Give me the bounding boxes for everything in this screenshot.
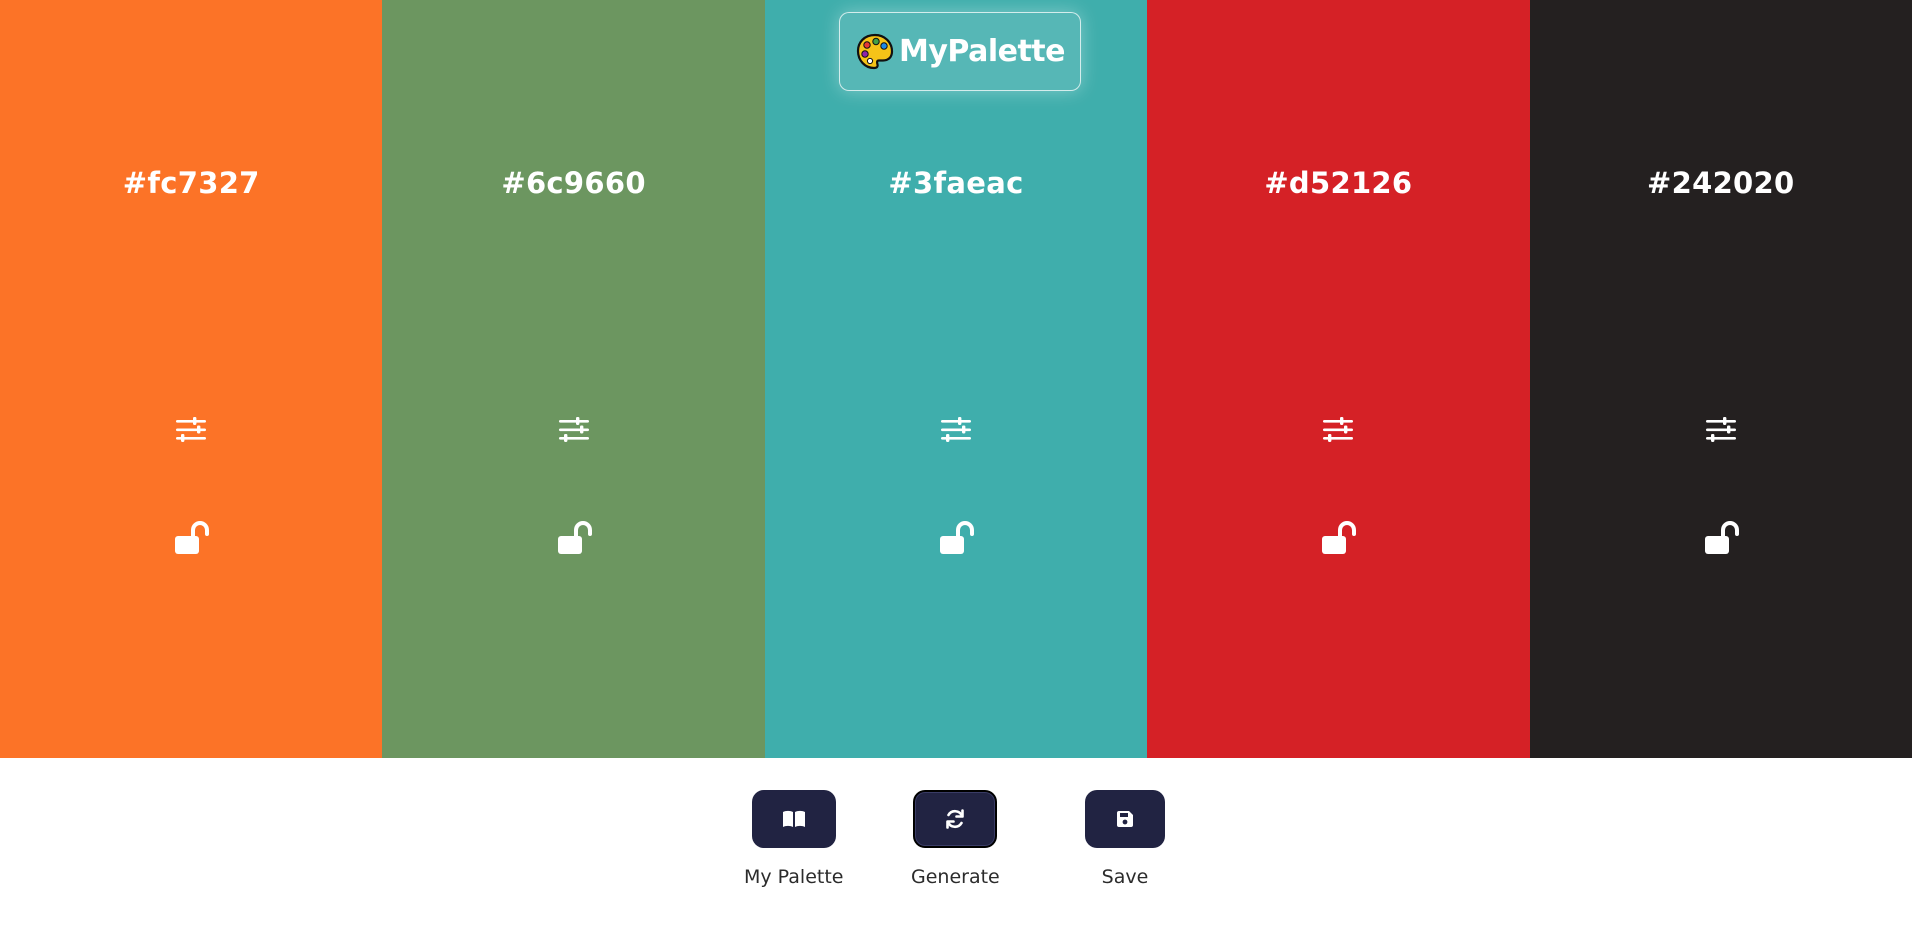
adjust-button[interactable] [936,412,976,448]
refresh-icon [946,809,965,829]
color-swatch-3: #3faeac [764,0,1148,758]
generate-label: Generate [911,866,1000,888]
lock-button[interactable] [934,516,978,560]
save-label: Save [1101,866,1149,888]
generate-tool: Generate [911,790,1000,888]
adjust-button[interactable] [171,412,211,448]
my-palette-tool: My Palette [744,790,843,888]
sliders-icon [558,417,589,442]
palette: #fc7327 #6c9660 #3faeac #d52126 #242020 [0,0,1912,758]
palette-icon [856,33,894,69]
my-palette-label: My Palette [744,866,844,888]
hex-code[interactable]: #242020 [1530,166,1912,200]
color-swatch-1: #fc7327 [0,0,383,758]
save-button[interactable] [1085,790,1165,848]
color-swatch-4: #d52126 [1147,0,1530,758]
lock-button[interactable] [552,516,596,560]
sliders-icon [1323,417,1354,442]
hex-code[interactable]: #6c9660 [382,166,764,200]
sliders-icon [176,417,207,442]
adjust-button[interactable] [554,412,594,448]
hex-code[interactable]: #3faeac [765,166,1147,200]
floppy-disk-icon [1117,811,1133,827]
lock-button[interactable] [1699,516,1743,560]
app-logo: MyPalette [839,12,1081,91]
unlocked-lock-icon [939,521,974,554]
lock-button[interactable] [1316,516,1360,560]
adjust-button[interactable] [1701,412,1741,448]
unlocked-lock-icon [1322,521,1357,554]
sliders-icon [940,417,971,442]
adjust-button[interactable] [1318,412,1358,448]
lock-button[interactable] [169,516,213,560]
color-swatch-2: #6c9660 [382,0,765,758]
sliders-icon [1705,417,1736,442]
book-open-icon [782,810,805,827]
logo-text: MyPalette [899,34,1066,69]
generate-button[interactable] [913,790,998,848]
unlocked-lock-icon [557,521,592,554]
unlocked-lock-icon [1704,521,1739,554]
my-palette-button[interactable] [751,790,836,848]
hex-code[interactable]: #fc7327 [0,166,382,200]
unlocked-lock-icon [175,521,210,554]
save-tool: Save [1083,790,1167,888]
color-swatch-5: #242020 [1529,0,1912,758]
hex-code[interactable]: #d52126 [1147,166,1529,200]
